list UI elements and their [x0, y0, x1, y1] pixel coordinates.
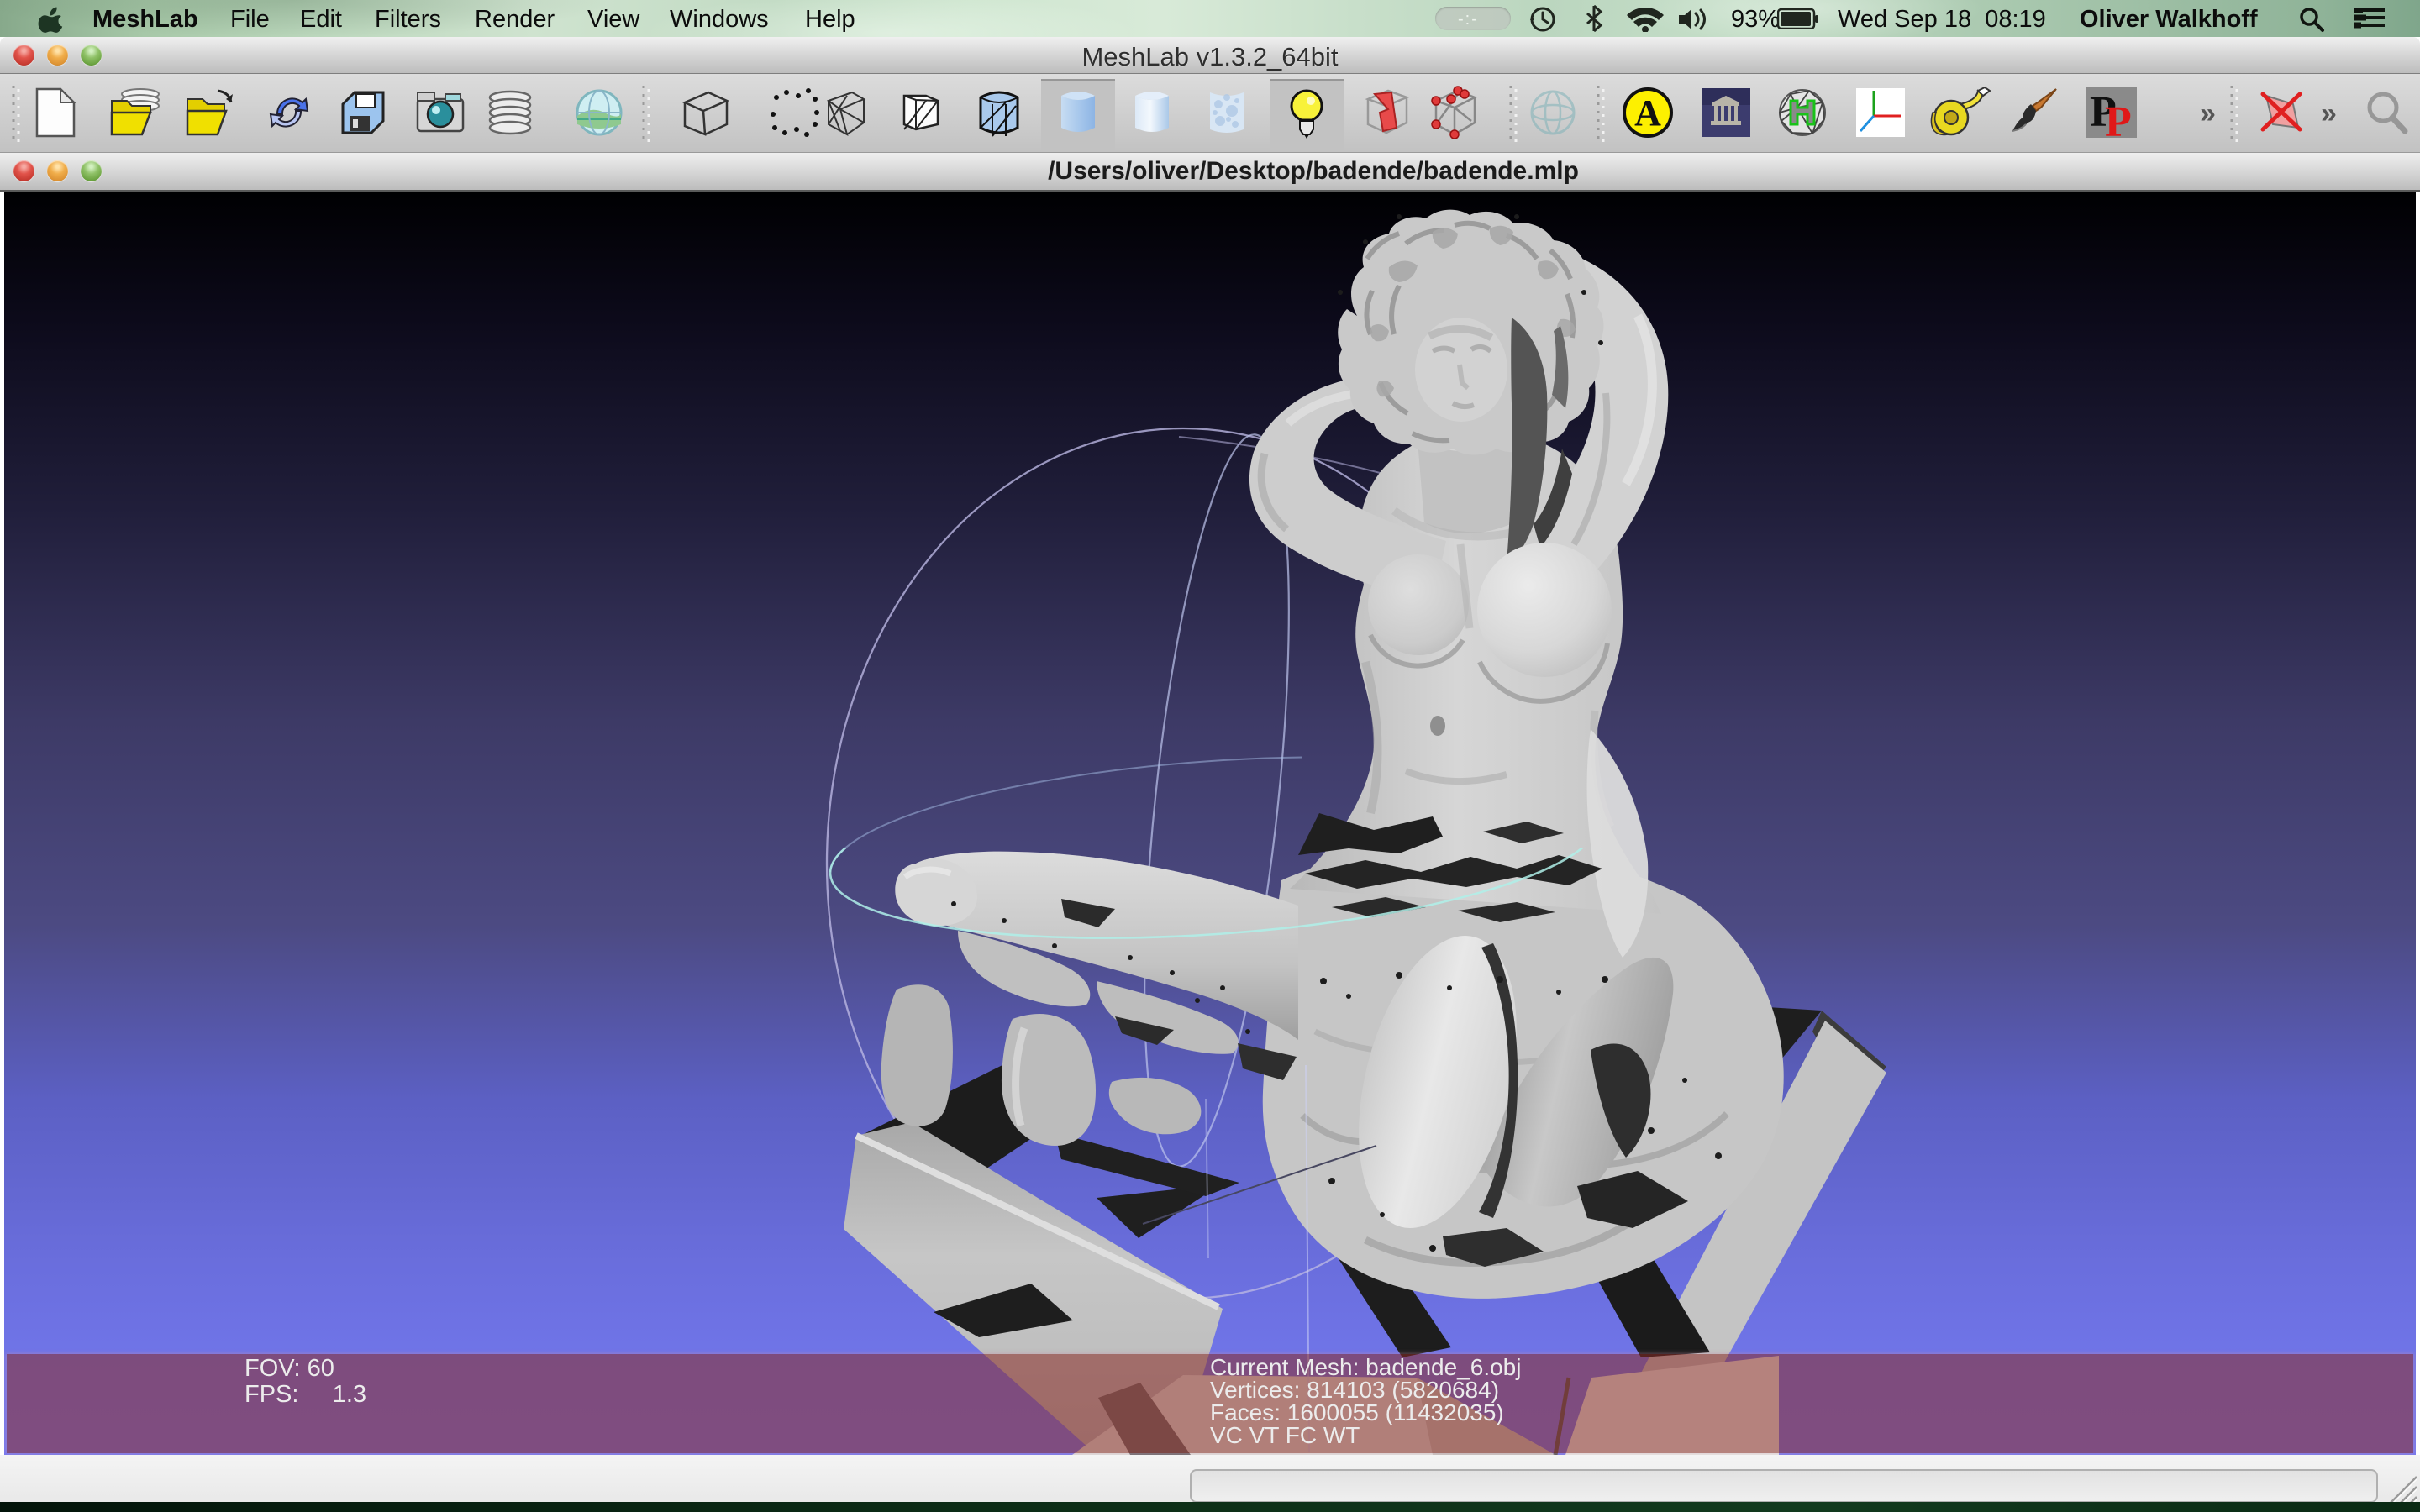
svg-text:»: » [2200, 97, 2216, 129]
svg-text:A: A [1634, 92, 1661, 134]
svg-text:»: » [2321, 97, 2337, 129]
svg-text:P: P [2105, 98, 2132, 146]
